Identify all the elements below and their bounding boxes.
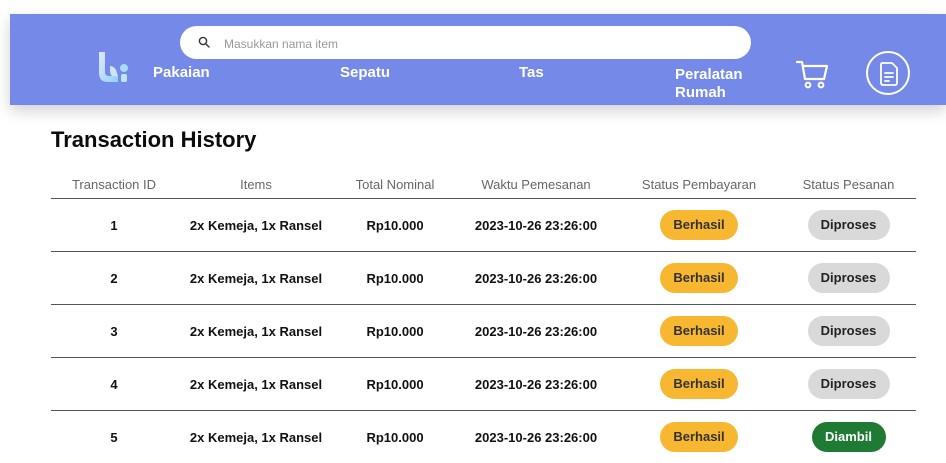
payment-status-badge: Berhasil: [660, 210, 738, 240]
search-bar: [180, 26, 751, 59]
table-row: 5 2x Kemeja, 1x Ransel Rp10.000 2023-10-…: [51, 411, 916, 463]
column-header: Items: [177, 170, 335, 199]
app-logo[interactable]: [96, 52, 130, 82]
table-row: 2 2x Kemeja, 1x Ransel Rp10.000 2023-10-…: [51, 252, 916, 305]
transaction-time: 2023-10-26 23:26:00: [455, 199, 617, 252]
column-header: Status Pembayaran: [617, 170, 781, 199]
column-header: Waktu Pemesanan: [455, 170, 617, 199]
transaction-items: 2x Kemeja, 1x Ransel: [177, 305, 335, 358]
order-status-badge: Diproses: [808, 210, 890, 240]
transaction-id: 1: [51, 199, 177, 252]
transaction-time: 2023-10-26 23:26:00: [455, 252, 617, 305]
transaction-total: Rp10.000: [335, 252, 455, 305]
transaction-total: Rp10.000: [335, 199, 455, 252]
nav-item-tas[interactable]: Tas: [519, 64, 544, 82]
payment-status-badge: Berhasil: [660, 263, 738, 293]
table-row: 3 2x Kemeja, 1x Ransel Rp10.000 2023-10-…: [51, 305, 916, 358]
transaction-table: Transaction ID Items Total Nominal Waktu…: [51, 170, 916, 463]
table-row: 4 2x Kemeja, 1x Ransel Rp10.000 2023-10-…: [51, 358, 916, 411]
table-header-row: Transaction ID Items Total Nominal Waktu…: [51, 170, 916, 199]
document-icon: [879, 62, 899, 86]
payment-status-badge: Berhasil: [660, 422, 738, 452]
order-status-badge: Diproses: [808, 263, 890, 293]
search-icon: [198, 36, 210, 48]
top-navbar: Pakaian Sepatu Tas Peralatan Rumah: [10, 14, 946, 105]
column-header: Total Nominal: [335, 170, 455, 199]
transaction-total: Rp10.000: [335, 411, 455, 463]
page-title: Transaction History: [51, 127, 256, 153]
transaction-time: 2023-10-26 23:26:00: [455, 358, 617, 411]
order-status-badge: Diproses: [808, 369, 890, 399]
transaction-id: 4: [51, 358, 177, 411]
column-header: Transaction ID: [51, 170, 177, 199]
nav-item-sepatu[interactable]: Sepatu: [340, 64, 390, 82]
transaction-id: 2: [51, 252, 177, 305]
search-input[interactable]: [222, 26, 726, 61]
cart-icon[interactable]: [796, 59, 830, 89]
nav-item-peralatan-rumah[interactable]: Peralatan Rumah: [675, 66, 765, 102]
transaction-items: 2x Kemeja, 1x Ransel: [177, 358, 335, 411]
transaction-id: 3: [51, 305, 177, 358]
column-header: Status Pesanan: [781, 170, 916, 199]
transaction-total: Rp10.000: [335, 358, 455, 411]
transaction-total: Rp10.000: [335, 305, 455, 358]
transaction-items: 2x Kemeja, 1x Ransel: [177, 411, 335, 463]
transaction-items: 2x Kemeja, 1x Ransel: [177, 199, 335, 252]
transaction-time: 2023-10-26 23:26:00: [455, 411, 617, 463]
order-status-badge: Diambil: [812, 422, 886, 452]
order-status-badge: Diproses: [808, 316, 890, 346]
payment-status-badge: Berhasil: [660, 369, 738, 399]
transaction-id: 5: [51, 411, 177, 463]
nav-item-pakaian[interactable]: Pakaian: [153, 64, 210, 82]
transaction-time: 2023-10-26 23:26:00: [455, 305, 617, 358]
transaction-items: 2x Kemeja, 1x Ransel: [177, 252, 335, 305]
transaction-history-button[interactable]: [866, 51, 910, 95]
payment-status-badge: Berhasil: [660, 316, 738, 346]
table-row: 1 2x Kemeja, 1x Ransel Rp10.000 2023-10-…: [51, 199, 916, 252]
